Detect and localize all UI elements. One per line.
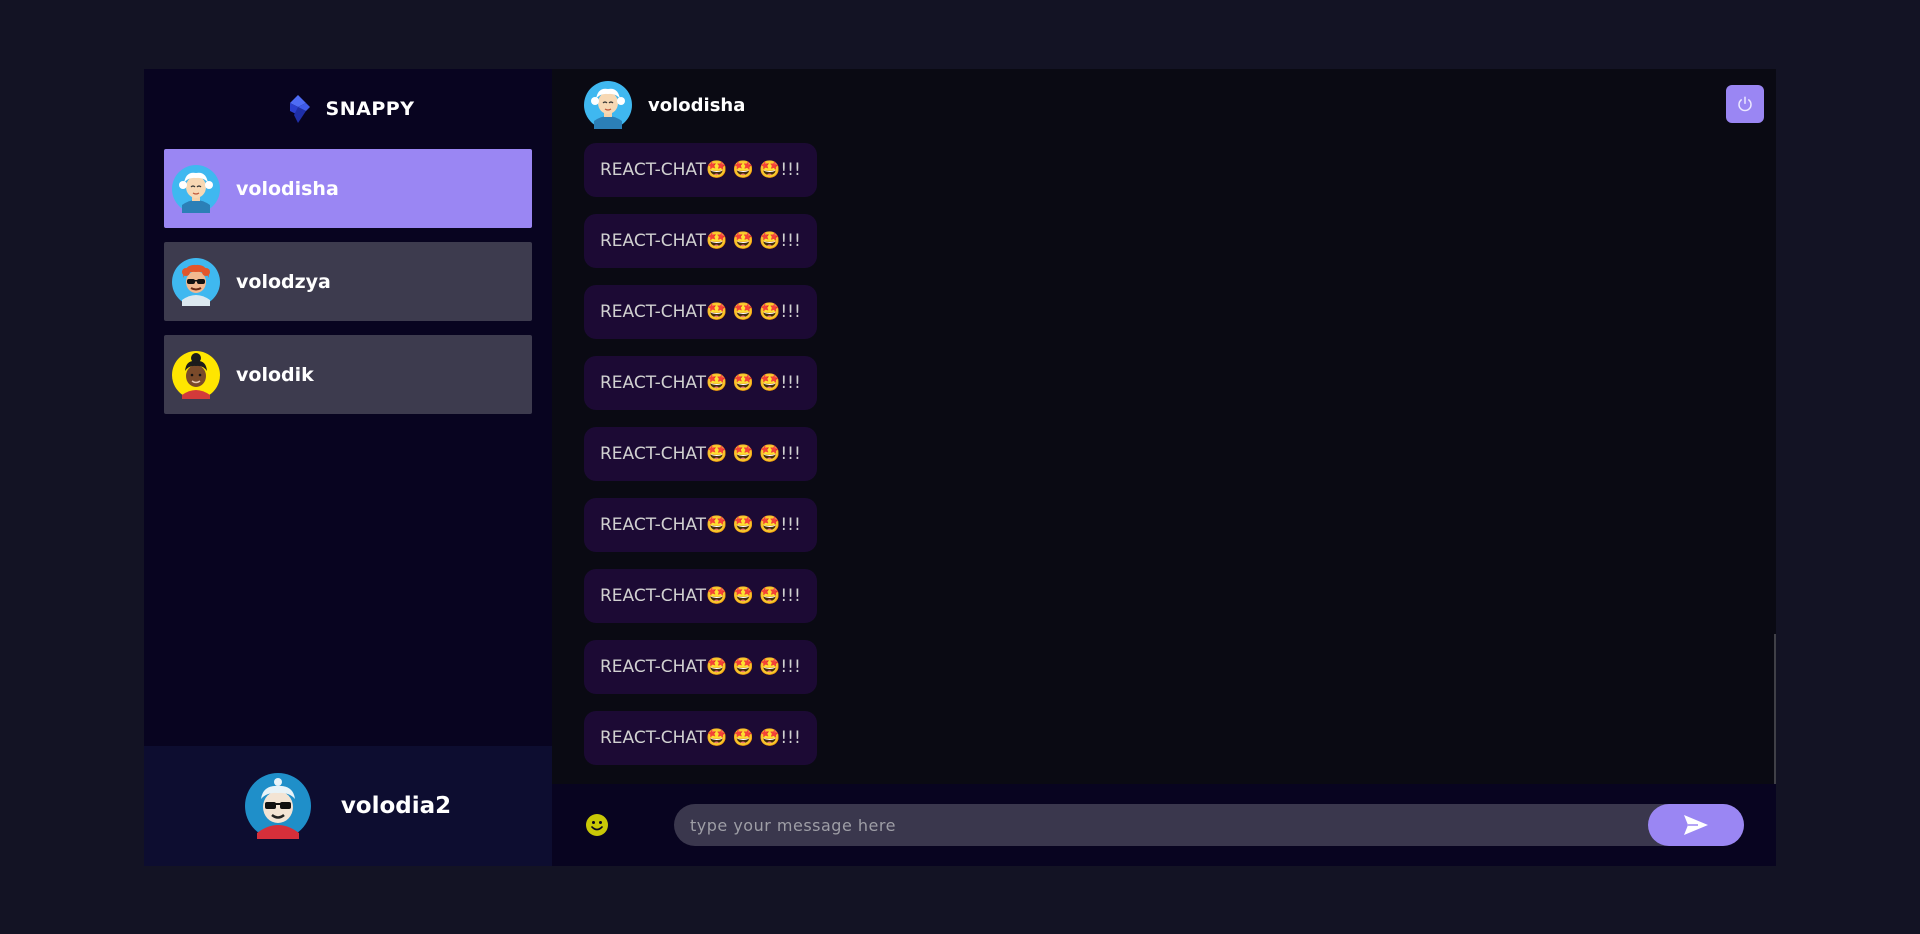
smiley-icon[interactable] xyxy=(584,812,610,838)
message-bubble: REACT-CHAT🤩 🤩 🤩!!! xyxy=(584,143,817,197)
contact-item-volodik[interactable]: volodik xyxy=(164,335,532,414)
contact-name: volodisha xyxy=(236,177,339,200)
redhead-sunglasses-avatar-icon xyxy=(172,257,220,306)
power-icon xyxy=(1738,96,1752,112)
chat-header: volodisha xyxy=(552,69,1776,141)
message-input-container xyxy=(674,804,1744,846)
send-button[interactable] xyxy=(1648,804,1744,846)
message-bubble: REACT-CHAT🤩 🤩 🤩!!! xyxy=(584,285,817,339)
current-user: volodia2 xyxy=(144,746,552,866)
chat-user-details: volodisha xyxy=(584,81,745,129)
blonde-avatar-icon xyxy=(584,81,632,129)
chat-input-area xyxy=(552,784,1776,866)
message-bubble: REACT-CHAT🤩 🤩 🤩!!! xyxy=(584,356,817,410)
dark-hair-avatar-icon xyxy=(172,350,220,399)
scrollbar-thumb[interactable] xyxy=(1774,634,1776,784)
snappy-logo-icon xyxy=(289,95,310,123)
logout-button[interactable] xyxy=(1726,85,1764,123)
message-input[interactable] xyxy=(674,814,1648,836)
message-bubble: REACT-CHAT🤩 🤩 🤩!!! xyxy=(584,427,817,481)
chat-container: volodisha REACT-CHAT🤩 🤩 🤩!!! REACT-CHAT🤩… xyxy=(552,69,1776,866)
message-bubble: REACT-CHAT🤩 🤩 🤩!!! xyxy=(584,214,817,268)
message-bubble: REACT-CHAT🤩 🤩 🤩!!! xyxy=(584,498,817,552)
contact-list: volodisha volodzya volodik xyxy=(144,149,552,746)
contact-item-volodisha[interactable]: volodisha xyxy=(164,149,532,228)
cool-sunglasses-avatar-icon xyxy=(244,773,311,839)
message-bubble: REACT-CHAT🤩 🤩 🤩!!! xyxy=(584,711,817,765)
current-user-name: volodia2 xyxy=(340,793,452,819)
message-bubble: REACT-CHAT🤩 🤩 🤩!!! xyxy=(584,640,817,694)
chat-app: SNAPPY volodisha volodzya volodik volodi… xyxy=(144,69,1776,866)
message-area[interactable]: REACT-CHAT🤩 🤩 🤩!!! REACT-CHAT🤩 🤩 🤩!!! RE… xyxy=(552,141,1776,784)
brand-name: SNAPPY xyxy=(325,98,415,120)
send-icon xyxy=(1684,815,1708,835)
contact-name: volodzya xyxy=(236,270,331,293)
contact-name: volodik xyxy=(236,363,314,386)
sidebar: SNAPPY volodisha volodzya volodik volodi… xyxy=(144,69,552,866)
message-list: REACT-CHAT🤩 🤩 🤩!!! REACT-CHAT🤩 🤩 🤩!!! RE… xyxy=(584,141,1744,765)
contact-item-volodzya[interactable]: volodzya xyxy=(164,242,532,321)
blonde-avatar-icon xyxy=(172,164,220,213)
chat-user-name: volodisha xyxy=(648,94,746,116)
brand: SNAPPY xyxy=(144,69,552,149)
message-bubble: REACT-CHAT🤩 🤩 🤩!!! xyxy=(584,569,817,623)
